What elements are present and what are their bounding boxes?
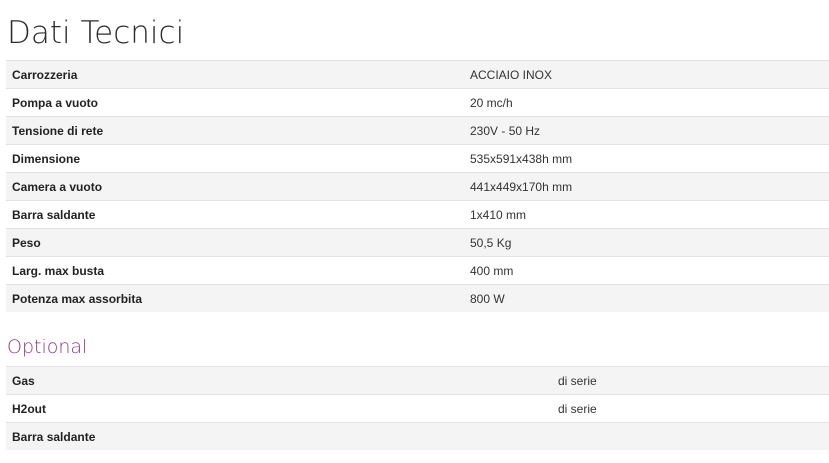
spec-label: Tensione di rete <box>6 116 464 145</box>
spec-value: 50,5 Kg <box>464 228 829 257</box>
spec-label: Camera a vuoto <box>6 172 464 201</box>
spec-value: 400 mm <box>464 256 829 285</box>
optional-value: di serie <box>552 366 829 395</box>
table-row: Dimensione 535x591x438h mm <box>6 144 829 173</box>
spec-value: 230V - 50 Hz <box>464 116 829 145</box>
table-row: Tensione di rete 230V - 50 Hz <box>6 116 829 145</box>
table-row: Camera a vuoto 441x449x170h mm <box>6 172 829 201</box>
spec-value: ACCIAIO INOX <box>464 60 829 89</box>
table-row: Pompa a vuoto 20 mc/h <box>6 88 829 117</box>
table-row: Peso 50,5 Kg <box>6 228 829 257</box>
spec-label: Dimensione <box>6 144 464 173</box>
optional-value: di serie <box>552 394 829 423</box>
spec-value: 535x591x438h mm <box>464 144 829 173</box>
spec-label: Pompa a vuoto <box>6 88 464 117</box>
optional-label: H2out <box>6 394 552 423</box>
table-row: Potenza max assorbita 800 W <box>6 284 829 312</box>
spec-label: Potenza max assorbita <box>6 284 464 312</box>
optional-value <box>552 422 829 450</box>
spec-label: Peso <box>6 228 464 257</box>
table-row: Larg. max busta 400 mm <box>6 256 829 285</box>
spec-label: Larg. max busta <box>6 256 464 285</box>
table-row: Barra saldante 1x410 mm <box>6 200 829 229</box>
spec-value: 1x410 mm <box>464 200 829 229</box>
table-row: Carrozzeria ACCIAIO INOX <box>6 60 829 89</box>
spec-value: 800 W <box>464 284 829 312</box>
tech-specs-table: Carrozzeria ACCIAIO INOX Pompa a vuoto 2… <box>6 60 829 312</box>
page-title: Dati Tecnici <box>7 15 185 51</box>
table-row: Barra saldante <box>6 422 829 450</box>
spec-value: 441x449x170h mm <box>464 172 829 201</box>
optional-section-title: Optional <box>7 336 88 358</box>
spec-label: Barra saldante <box>6 200 464 229</box>
spec-value: 20 mc/h <box>464 88 829 117</box>
table-row: Gas di serie <box>6 366 829 395</box>
optional-label: Gas <box>6 366 552 395</box>
spec-label: Carrozzeria <box>6 60 464 89</box>
table-row: H2out di serie <box>6 394 829 423</box>
optional-table: Gas di serie H2out di serie Barra saldan… <box>6 366 829 450</box>
optional-label: Barra saldante <box>6 422 552 450</box>
